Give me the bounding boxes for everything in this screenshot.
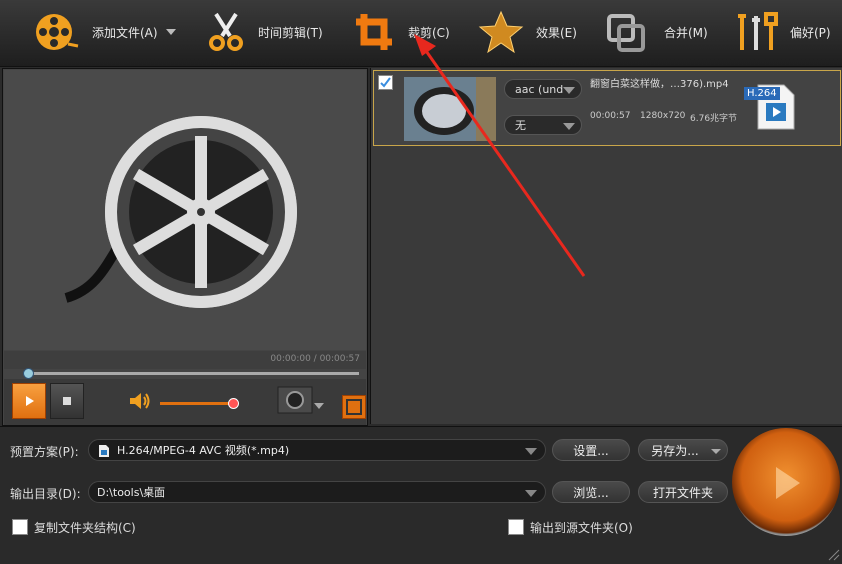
star-icon <box>478 10 524 54</box>
save-as-label: 另存为... <box>651 444 699 458</box>
output-settings: 预置方案(P): H.264/MPEG-4 AVC 视频(*.mp4) 设置..… <box>0 426 842 564</box>
film-reel-icon <box>36 14 79 50</box>
merge-icon <box>607 14 645 52</box>
play-icon <box>776 467 800 499</box>
file-resolution: 1280x720 <box>640 111 686 121</box>
merge-button[interactable]: 合并(M) <box>606 0 708 64</box>
crop-label: 裁剪(C) <box>408 25 450 40</box>
time-readout: 00:00:00 / 00:00:57 <box>270 354 360 364</box>
volume-icon[interactable] <box>128 389 152 413</box>
copy-structure-checkbox[interactable] <box>12 519 28 535</box>
video-file-icon <box>99 445 109 457</box>
stop-icon <box>63 397 71 405</box>
video-thumbnail <box>404 77 496 141</box>
file-checkbox[interactable] <box>378 75 393 90</box>
browse-button[interactable]: 浏览... <box>552 481 630 503</box>
seek-handle[interactable] <box>23 368 34 379</box>
tools-icon <box>738 12 778 50</box>
chevron-down-icon[interactable] <box>165 29 176 35</box>
format-badge-label: H.264 <box>744 87 780 100</box>
output-dir-label: 输出目录(D): <box>10 487 81 501</box>
output-to-source-checkbox[interactable] <box>508 519 524 535</box>
toolbar: 添加文件(A) 时间剪辑(T) 裁剪(C) 效果(E) 合并(M) 偏好(P) <box>0 0 842 67</box>
file-size: 6.76兆字节 <box>690 114 738 124</box>
scissors-icon <box>209 12 243 51</box>
play-button[interactable] <box>12 383 46 419</box>
chevron-down-icon <box>563 87 575 94</box>
trim-button[interactable]: 时间剪辑(T) <box>204 0 323 64</box>
file-list: aac (und 无 翻窗白菜这样做，…376).mp4 00:00:57 12… <box>370 68 842 424</box>
effect-label: 效果(E) <box>536 25 577 40</box>
effect-button[interactable]: 效果(E) <box>478 0 577 64</box>
resize-grip-icon[interactable] <box>826 547 840 561</box>
preview-pane: 00:00:00 / 00:00:57 <box>2 68 368 426</box>
volume-slider[interactable] <box>160 402 232 405</box>
preview-canvas <box>4 70 366 350</box>
file-duration: 00:00:57 <box>590 111 631 121</box>
checkmark-icon <box>380 77 391 88</box>
preferences-label: 偏好(P) <box>790 25 831 40</box>
subtitle-select[interactable]: 无 <box>504 115 582 135</box>
file-item[interactable]: aac (und 无 翻窗白菜这样做，…376).mp4 00:00:57 12… <box>373 70 841 146</box>
format-badge: H.264 <box>744 81 796 131</box>
output-dir-select[interactable]: D:\tools\桌面 <box>88 481 546 503</box>
playback-controls <box>4 379 366 425</box>
snapshot-button[interactable] <box>276 383 330 417</box>
fullscreen-icon <box>346 399 362 415</box>
crop-button[interactable]: 裁剪(C) <box>354 0 450 64</box>
audio-track-select[interactable]: aac (und <box>504 79 582 99</box>
film-reel-logo-icon <box>64 116 297 308</box>
subtitle-value: 无 <box>515 119 526 132</box>
preset-select[interactable]: H.264/MPEG-4 AVC 视频(*.mp4) <box>88 439 546 461</box>
chevron-down-icon <box>525 490 537 497</box>
volume-handle[interactable] <box>228 398 239 409</box>
preferences-button[interactable]: 偏好(P) <box>734 0 831 64</box>
copy-structure-label: 复制文件夹结构(C) <box>34 521 136 535</box>
stop-button[interactable] <box>50 383 84 419</box>
add-file-label: 添加文件(A) <box>92 25 158 40</box>
play-icon <box>26 396 34 406</box>
chevron-down-icon <box>563 123 575 130</box>
fullscreen-button[interactable] <box>342 395 366 419</box>
trim-label: 时间剪辑(T) <box>258 25 323 40</box>
save-as-button[interactable]: 另存为... <box>638 439 728 461</box>
crop-icon <box>356 14 392 50</box>
audio-track-value: aac (und <box>515 83 564 96</box>
seek-bar[interactable] <box>25 372 359 375</box>
time-display-bar: 00:00:00 / 00:00:57 <box>4 351 366 369</box>
preset-value: H.264/MPEG-4 AVC 视频(*.mp4) <box>117 444 290 457</box>
chevron-down-icon <box>711 449 721 454</box>
file-name: 翻窗白菜这样做，…376).mp4 <box>590 79 729 90</box>
settings-button[interactable]: 设置... <box>552 439 630 461</box>
camera-icon <box>277 386 324 414</box>
merge-label: 合并(M) <box>664 25 708 40</box>
chevron-down-icon <box>525 448 537 455</box>
output-to-source-label: 输出到源文件夹(O) <box>530 521 633 535</box>
preset-label: 预置方案(P): <box>10 445 79 459</box>
output-dir-value: D:\tools\桌面 <box>97 486 166 499</box>
add-file-button[interactable]: 添加文件(A) <box>30 0 176 64</box>
open-folder-button[interactable]: 打开文件夹 <box>638 481 728 503</box>
